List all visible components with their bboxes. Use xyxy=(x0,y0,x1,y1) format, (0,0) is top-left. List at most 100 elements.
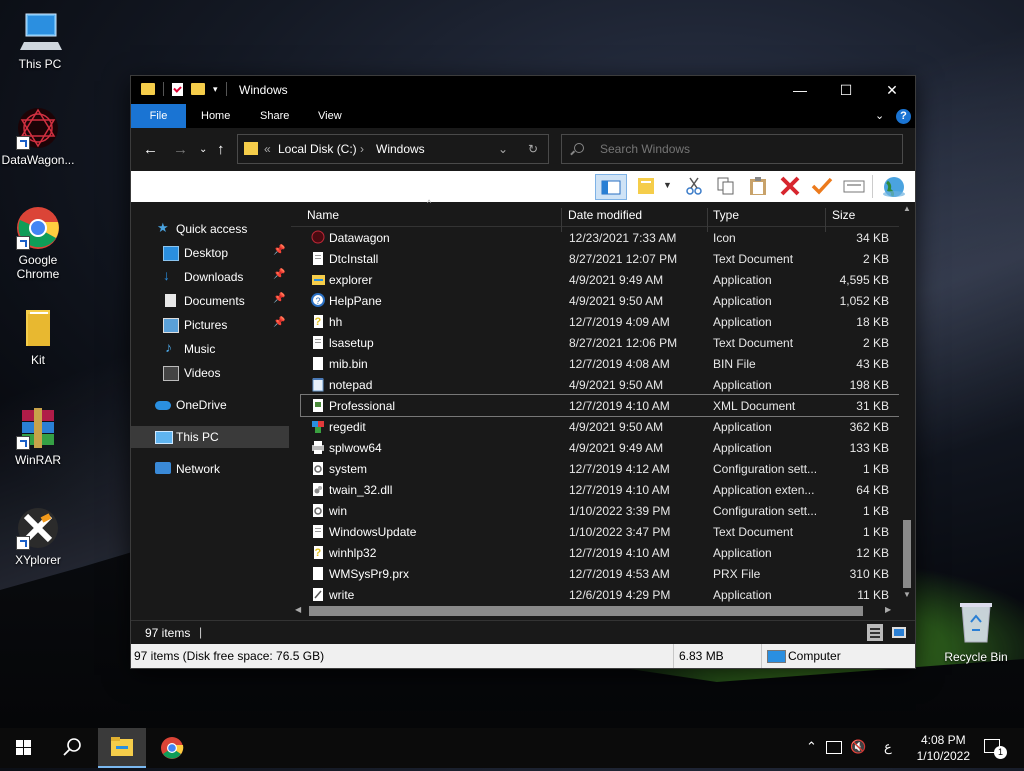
layout-dropdown-icon[interactable]: ▼ xyxy=(663,180,673,200)
show-hidden-icons-icon[interactable]: ⌃ xyxy=(806,739,817,755)
shortcut-arrow-icon xyxy=(16,436,30,450)
details-view-icon[interactable] xyxy=(867,624,883,641)
scroll-up-icon[interactable]: ▲ xyxy=(903,204,911,213)
nav-item-onedrive[interactable]: OneDrive xyxy=(131,394,289,416)
desktop-icon-kit[interactable]: Kit xyxy=(0,306,76,367)
back-button[interactable]: ← xyxy=(143,141,158,158)
desktop-icon-winrar[interactable]: WinRAR xyxy=(0,406,76,467)
start-button[interactable] xyxy=(0,728,48,768)
this-pc-icon xyxy=(18,10,62,54)
file-row[interactable]: twain_32.dll 12/7/2019 4:10 AM Application… xyxy=(301,479,899,500)
tab-file[interactable]: File xyxy=(131,104,186,128)
dll-file-icon xyxy=(311,482,325,497)
scroll-down-icon[interactable]: ▼ xyxy=(903,590,911,599)
search-box[interactable] xyxy=(561,134,903,164)
input-language[interactable]: ع xyxy=(884,739,892,755)
help-icon[interactable]: ? xyxy=(896,109,911,124)
preview-pane-button[interactable] xyxy=(595,174,627,200)
tab-home[interactable]: Home xyxy=(201,104,230,128)
pin-icon[interactable]: 📌 xyxy=(273,245,285,256)
maximize-button[interactable]: ☐ xyxy=(823,76,869,104)
minimize-button[interactable]: — xyxy=(777,76,823,104)
recent-locations-button[interactable]: ⌄ xyxy=(199,144,207,155)
nav-item-this-pc[interactable]: This PC xyxy=(131,426,289,448)
address-overflow[interactable]: « xyxy=(264,142,271,156)
file-row[interactable]: Professional 12/7/2019 4:10 AM XML Documen… xyxy=(300,394,900,417)
search-button[interactable] xyxy=(48,728,96,768)
nav-item-quick-access[interactable]: ★ Quick access xyxy=(131,218,289,240)
file-row[interactable]: ? HelpPane 4/9/2021 9:50 AM Application 1,05… xyxy=(301,290,899,311)
nav-item-desktop[interactable]: Desktop 📌 xyxy=(131,242,289,264)
file-row[interactable]: WMSysPr9.prx 12/7/2019 4:53 AM PRX File 310… xyxy=(301,563,899,584)
cut-icon[interactable] xyxy=(683,176,705,196)
scrollbar-thumb[interactable] xyxy=(309,606,863,616)
file-row[interactable]: system 12/7/2019 4:12 AM Configuration set… xyxy=(301,458,899,479)
file-row[interactable]: Datawagon 12/23/2021 7:33 AM Icon 34 KB xyxy=(301,227,899,248)
file-row[interactable]: ? winhlp32 12/7/2019 4:10 AM Application 12 … xyxy=(301,542,899,563)
notifications-icon[interactable]: 1 xyxy=(984,739,1007,759)
file-row[interactable]: mib.bin 12/7/2019 4:08 AM BIN File 43 KB xyxy=(301,353,899,374)
desktop-icon-datawagon[interactable]: DataWagon... xyxy=(0,106,76,167)
up-button[interactable]: ↑ xyxy=(217,141,225,158)
file-row[interactable]: lsasetup 8/27/2021 12:06 PM Text Document 2… xyxy=(301,332,899,353)
file-row[interactable]: splwow64 4/9/2021 9:49 AM Application 133 K… xyxy=(301,437,899,458)
globe-icon[interactable] xyxy=(881,176,907,197)
column-name[interactable]: Name xyxy=(307,208,339,222)
nav-item-music[interactable]: ♪ Music xyxy=(131,338,289,360)
desktop-icon-chrome[interactable]: Google Chrome xyxy=(0,206,76,281)
file-row[interactable]: win 1/10/2022 3:39 PM Configuration sett..… xyxy=(301,500,899,521)
large-icons-view-icon[interactable] xyxy=(891,624,907,641)
file-row[interactable]: explorer 4/9/2021 9:49 AM Application 4,595… xyxy=(301,269,899,290)
new-folder-icon[interactable] xyxy=(191,83,205,95)
close-button[interactable]: ✕ xyxy=(869,76,915,104)
file-row[interactable]: ? hh 12/7/2019 4:09 AM Application 18 KB xyxy=(301,311,899,332)
taskbar-chrome[interactable] xyxy=(148,728,196,768)
select-icon[interactable] xyxy=(843,176,865,196)
forward-button[interactable]: → xyxy=(173,141,188,158)
nav-item-network[interactable]: Network xyxy=(131,458,289,480)
title-bar[interactable]: ▾ Windows — ☐ ✕ xyxy=(131,76,915,104)
properties-icon[interactable] xyxy=(172,82,183,96)
scrollbar-thumb[interactable] xyxy=(903,520,911,588)
expand-ribbon-icon[interactable]: ⌄ xyxy=(875,104,884,128)
tab-share[interactable]: Share xyxy=(260,104,289,128)
network-status-icon[interactable] xyxy=(826,741,842,754)
delete-icon[interactable] xyxy=(779,176,801,196)
pin-icon[interactable]: 📌 xyxy=(273,317,285,328)
address-dropdown-icon[interactable]: ⌄ xyxy=(498,142,508,156)
desktop-icon-recycle-bin[interactable]: Recycle Bin xyxy=(940,600,1012,664)
desktop-icon-xyplorer[interactable]: XYplorer xyxy=(0,506,76,567)
horizontal-scrollbar[interactable]: ◀ ▶ xyxy=(291,602,899,620)
column-size[interactable]: Size xyxy=(832,208,855,222)
volume-muted-icon[interactable]: 🔇 xyxy=(850,739,866,755)
pin-icon[interactable]: 📌 xyxy=(273,269,285,280)
clock[interactable]: 4:08 PM 1/10/2022 xyxy=(917,732,970,764)
address-box[interactable]: « Local Disk (C:) › Windows ⌄ ↻ xyxy=(237,134,549,164)
file-row[interactable]: WindowsUpdate 1/10/2022 3:47 PM Text Docum… xyxy=(301,521,899,542)
scroll-left-icon[interactable]: ◀ xyxy=(295,605,301,614)
paste-icon[interactable] xyxy=(747,176,769,196)
file-row[interactable]: regedit 4/9/2021 9:50 AM Application 362 KB xyxy=(301,416,899,437)
vertical-scrollbar[interactable]: ▲ ▼ xyxy=(899,202,915,602)
column-type[interactable]: Type xyxy=(713,208,739,222)
layout-button[interactable] xyxy=(636,176,658,196)
taskbar-file-explorer[interactable] xyxy=(98,728,146,768)
desktop-icon-this-pc[interactable]: This PC xyxy=(2,10,78,71)
column-date-modified[interactable]: Date modified xyxy=(568,208,642,222)
copy-icon[interactable] xyxy=(715,176,737,196)
rename-check-icon[interactable] xyxy=(811,176,833,196)
breadcrumb-windows[interactable]: Windows xyxy=(376,142,425,156)
tab-view[interactable]: View xyxy=(318,104,342,128)
refresh-icon[interactable]: ↻ xyxy=(528,142,538,156)
pin-icon[interactable]: 📌 xyxy=(273,293,285,304)
breadcrumb-local-disk[interactable]: Local Disk (C:) xyxy=(278,142,357,156)
file-row[interactable]: DtcInstall 8/27/2021 12:07 PM Text Documen… xyxy=(301,248,899,269)
search-input[interactable] xyxy=(598,141,892,157)
nav-item-downloads[interactable]: ↓ Downloads 📌 xyxy=(131,266,289,288)
nav-item-pictures[interactable]: Pictures 📌 xyxy=(131,314,289,336)
nav-item-videos[interactable]: Videos xyxy=(131,362,289,384)
customize-qat-icon[interactable]: ▾ xyxy=(213,84,218,95)
file-row[interactable]: notepad 4/9/2021 9:50 AM Application 198 KB xyxy=(301,374,899,395)
nav-item-documents[interactable]: Documents 📌 xyxy=(131,290,289,312)
scroll-right-icon[interactable]: ▶ xyxy=(885,605,891,614)
